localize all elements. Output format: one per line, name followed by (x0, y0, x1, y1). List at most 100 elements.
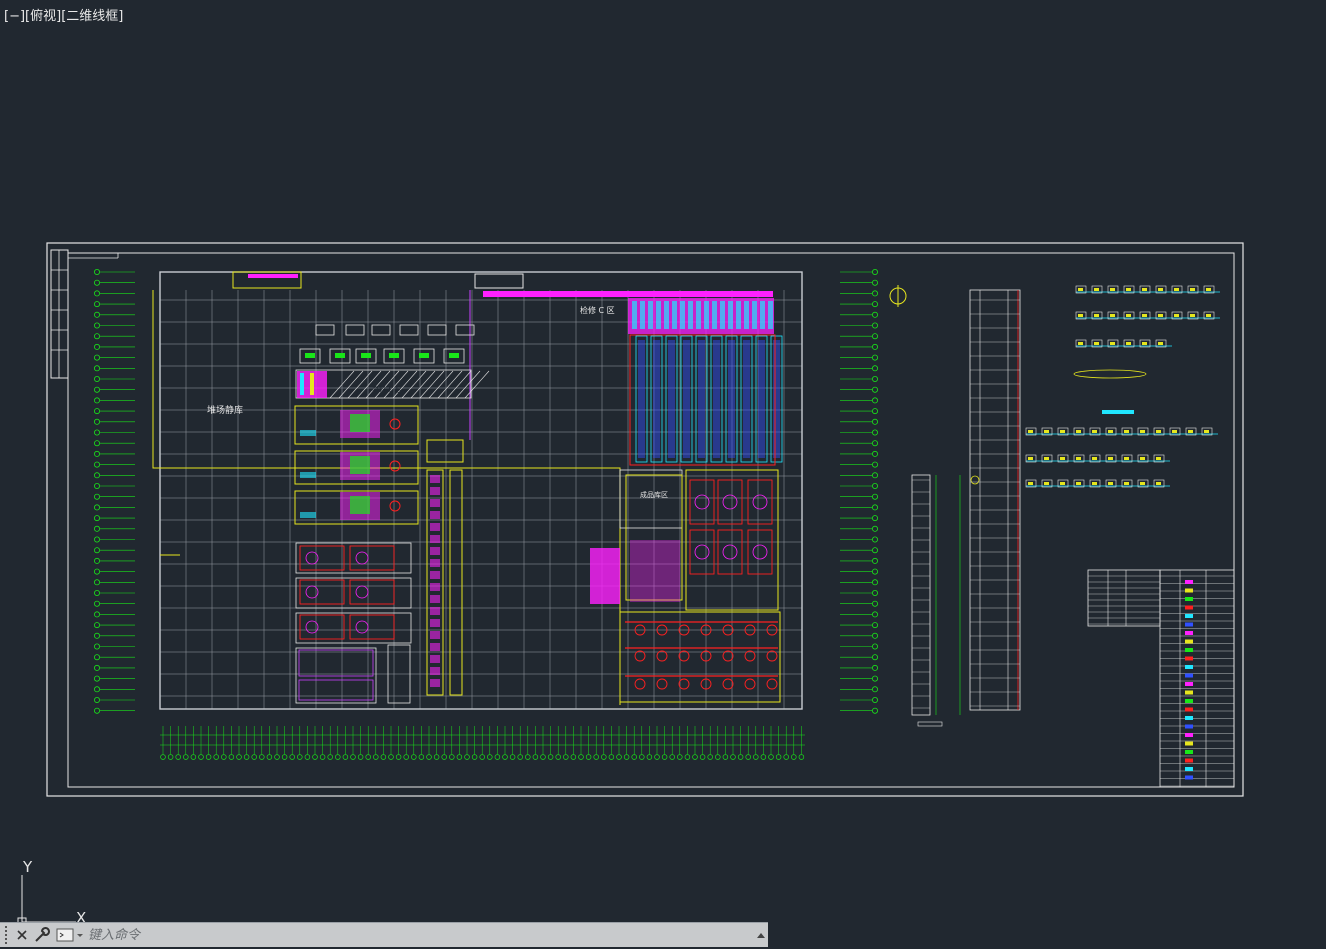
axis-bubble (94, 290, 101, 297)
axis-bubble (319, 754, 326, 760)
zone-label-a: 堆场静库 (207, 404, 243, 416)
axis-bubble (872, 579, 879, 586)
recent-commands-button[interactable] (56, 924, 86, 946)
equipment-block (300, 512, 316, 518)
axis-bubble (872, 429, 879, 436)
axis-bubble (183, 754, 189, 760)
equipment-block (717, 529, 743, 575)
chevron-up-icon (757, 933, 765, 938)
equipment-block (689, 479, 715, 525)
equipment-circle (722, 678, 734, 690)
hatch-line (455, 370, 481, 399)
axis-bubble (94, 611, 101, 618)
axis-bubble (563, 754, 569, 760)
conveyor-segment (430, 595, 440, 603)
section-detail (1158, 288, 1163, 291)
axis-bubble (94, 461, 101, 468)
axis-bubble (872, 375, 879, 382)
axis-bubble (872, 279, 879, 286)
customize-command-line-button[interactable] (32, 924, 52, 946)
hatch-line (464, 370, 490, 399)
conveyor-segment (430, 571, 440, 579)
axis-bubble (872, 301, 879, 308)
rack-top (728, 301, 733, 329)
section-detail (1078, 314, 1083, 317)
equipment-circle (656, 678, 668, 690)
axis-bubble (699, 754, 706, 760)
legend-swatch (1185, 690, 1193, 695)
axis-bubble (872, 343, 879, 350)
axis-bubble (221, 754, 227, 760)
section-detail (1044, 430, 1049, 433)
axis-bubble (791, 754, 797, 760)
axis-bubble (872, 450, 879, 457)
axis-bubble (94, 311, 101, 318)
rack-top (744, 301, 749, 329)
rack-top (672, 301, 677, 329)
axis-bubble (365, 754, 371, 760)
equipment-block (689, 529, 715, 575)
conveyor-segment (430, 535, 440, 543)
legend-swatch (1185, 622, 1193, 627)
axis-bubble (494, 754, 501, 760)
command-line-grip[interactable] (2, 925, 12, 945)
axis-bubble (94, 675, 101, 682)
legend-swatch (1185, 673, 1193, 678)
axis-bubble (872, 536, 879, 543)
axis-bubble (297, 754, 303, 760)
axis-bubble (94, 375, 101, 382)
axis-bubble (684, 754, 691, 760)
axis-bubble (631, 754, 637, 760)
axis-bubble (471, 754, 478, 760)
axis-bubble (464, 754, 470, 760)
legend-swatch (1185, 741, 1193, 746)
close-command-line-button[interactable] (12, 924, 32, 946)
drawing-canvas[interactable]: 堆场静库 检修 C 区 原料 C 区 成品库区 (0, 0, 1326, 920)
section-detail (1188, 430, 1193, 433)
axis-bubble (872, 632, 879, 639)
axis-bubble (205, 754, 212, 760)
section-detail (1110, 314, 1115, 317)
axis-bubble (160, 754, 166, 760)
equipment-circle (694, 494, 710, 510)
section-detail (1126, 314, 1131, 317)
plan-grid (159, 290, 802, 709)
section-detail (1076, 430, 1081, 433)
section-detail (1060, 430, 1065, 433)
axis-bubble (289, 754, 295, 760)
equipment-circle (389, 500, 401, 512)
equipment-circle (752, 494, 768, 510)
equipment-circle (678, 650, 690, 662)
section-detail (1028, 430, 1033, 433)
equipment-block (717, 479, 743, 525)
axis-bubble (502, 754, 508, 760)
axis-bubble (872, 611, 879, 618)
section-detail (1140, 482, 1145, 485)
legend-swatch (1185, 597, 1193, 601)
axis-bubble (94, 643, 101, 650)
axis-bubble (94, 536, 101, 543)
section-detail (1142, 288, 1147, 291)
command-input[interactable] (86, 925, 754, 945)
zone-label-b: 检修 C 区 (580, 305, 615, 315)
axis-bubble (872, 622, 879, 629)
equipment-block (630, 540, 680, 602)
axis-bubble (94, 590, 101, 597)
axis-bubble (94, 343, 101, 350)
axis-bubble (94, 333, 101, 340)
section-detail (1044, 457, 1049, 460)
axis-bubble (94, 386, 101, 393)
section-detail (1206, 288, 1211, 291)
rack-top (664, 301, 669, 329)
axis-bubble (388, 754, 394, 760)
section-detail (1174, 288, 1179, 291)
axis-bubble (661, 754, 668, 760)
command-history-toggle[interactable] (754, 924, 768, 946)
section-detail (1078, 342, 1083, 345)
axis-bubble (350, 754, 356, 760)
axis-bubble (775, 754, 782, 760)
rack-fill (728, 340, 735, 458)
axis-bubble (798, 754, 805, 760)
axis-bubble (456, 754, 463, 760)
equipment-circle (355, 551, 369, 565)
